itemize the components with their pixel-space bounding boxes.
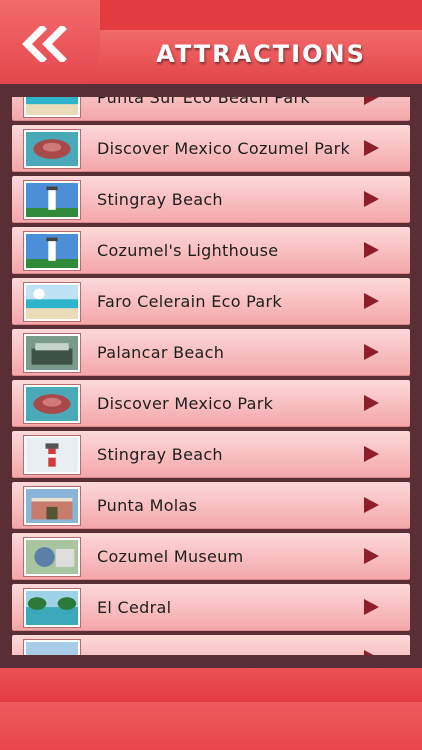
- list-item[interactable]: Cozumel's Lighthouse: [12, 227, 410, 274]
- list-item-label: Punta Molas: [97, 496, 198, 515]
- thumbnail-image: [24, 487, 80, 525]
- list-item-label: Stingray Beach: [97, 445, 223, 464]
- thumbnail-image: [24, 97, 80, 117]
- list-item-label: El Cedral: [97, 598, 172, 617]
- thumbnail-image: [24, 232, 80, 270]
- list-item[interactable]: Discover Mexico Cozumel Park: [12, 125, 410, 172]
- list-item[interactable]: Punta Sur Eco Beach Park: [12, 97, 410, 121]
- chevron-right-icon: [364, 497, 379, 513]
- list-item[interactable]: Faro Celerain Eco Park: [12, 278, 410, 325]
- list-item[interactable]: El Cedral: [12, 584, 410, 631]
- thumbnail-image: [24, 589, 80, 627]
- footer-stripe: [0, 668, 422, 702]
- list-item-label: Discover Mexico Cozumel Park: [97, 139, 351, 158]
- chevron-right-icon: [364, 191, 379, 207]
- header-bar: ATTRACTIONS: [0, 0, 422, 96]
- list-item-label: Palancar Beach: [97, 343, 225, 362]
- list-item[interactable]: [12, 635, 410, 655]
- thumbnail-image: [24, 436, 80, 474]
- list-item-label: Cozumel's Lighthouse: [97, 241, 279, 260]
- list-item[interactable]: Stingray Beach: [12, 176, 410, 223]
- attractions-list[interactable]: Punta Sur Eco Beach Park Discover Mexico …: [12, 97, 410, 655]
- list-item[interactable]: Discover Mexico Park: [12, 380, 410, 427]
- thumbnail-image: [24, 385, 80, 423]
- list-item[interactable]: Palancar Beach: [12, 329, 410, 376]
- list-item-label: Discover Mexico Park: [97, 394, 274, 413]
- chevron-right-icon: [364, 242, 379, 258]
- chevron-right-icon: [364, 344, 379, 360]
- chevron-right-icon: [364, 395, 379, 411]
- list-item-label: Cozumel Museum: [97, 547, 244, 566]
- chevron-right-icon: [364, 650, 379, 655]
- footer-base: [0, 702, 422, 750]
- double-chevron-left-icon: [22, 26, 67, 62]
- thumbnail-image: [24, 640, 80, 655]
- back-button[interactable]: [0, 0, 100, 92]
- chevron-right-icon: [364, 140, 379, 156]
- list-item[interactable]: Cozumel Museum: [12, 533, 410, 580]
- thumbnail-image: [24, 334, 80, 372]
- chevron-right-icon: [364, 293, 379, 309]
- footer-bar: [0, 668, 422, 750]
- list-item-label: Faro Celerain Eco Park: [97, 292, 282, 311]
- thumbnail-image: [24, 283, 80, 321]
- list-item-label: Stingray Beach: [97, 190, 223, 209]
- page-title: ATTRACTIONS: [156, 40, 366, 68]
- list-item-label: Punta Sur Eco Beach Park: [97, 97, 310, 107]
- list-item[interactable]: Stingray Beach: [12, 431, 410, 478]
- chevron-right-icon: [364, 599, 379, 615]
- thumbnail-image: [24, 130, 80, 168]
- list-item[interactable]: Punta Molas: [12, 482, 410, 529]
- chevron-right-icon: [364, 548, 379, 564]
- chevron-right-icon: [364, 446, 379, 462]
- thumbnail-image: [24, 181, 80, 219]
- chevron-right-icon: [364, 97, 379, 105]
- thumbnail-image: [24, 538, 80, 576]
